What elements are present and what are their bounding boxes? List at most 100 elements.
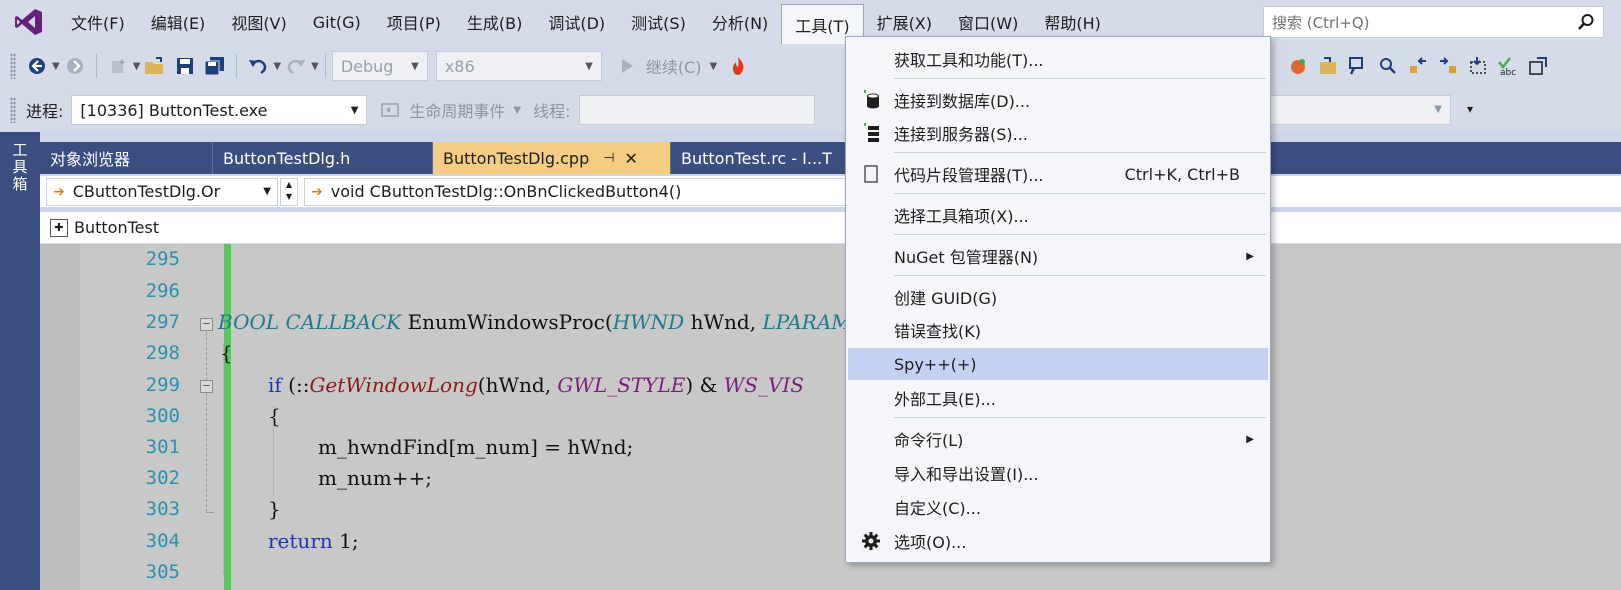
tab-label: ButtonTestDlg.h — [223, 148, 351, 168]
search-input[interactable]: 搜索 (Ctrl+Q) — [1263, 6, 1604, 38]
code-line-297: BOOL CALLBACK EnumWindowsProc(HWND hWnd,… — [218, 310, 878, 334]
class-dropdown[interactable]: ➔ CButtonTestDlg.Or ▼ — [46, 177, 278, 206]
toolbar-overflow-icon[interactable]: ▾ — [1467, 102, 1473, 116]
menu-debug[interactable]: 调试(D) — [535, 4, 618, 40]
process-value: [10336] ButtonTest.exe — [80, 100, 268, 120]
project-icon: ✚ — [50, 218, 68, 237]
menu-item-import-export-settings[interactable]: 导入和导出设置(I)... — [848, 457, 1268, 489]
chevron-down-icon[interactable]: ▼ — [513, 105, 521, 116]
menu-item-nuget-package-manager[interactable]: NuGet 包管理器(N) ▶ — [848, 240, 1268, 272]
find-icon[interactable] — [1345, 53, 1371, 79]
indent-right-icon[interactable] — [1435, 53, 1461, 79]
project-scope-bar: ✚ ButtonTest — [40, 212, 1621, 244]
toolbar-separator — [236, 54, 238, 78]
redo-icon[interactable] — [283, 53, 309, 79]
menu-build[interactable]: 生成(B) — [454, 4, 535, 40]
split-scroll-button[interactable]: ▲ ▼ — [280, 177, 298, 206]
chevron-down-icon[interactable]: ▼ — [273, 61, 281, 72]
fold-guide — [206, 332, 207, 512]
code-line-303: } — [268, 497, 281, 521]
lifecycle-events-icon[interactable] — [377, 97, 403, 123]
code-token: if — [268, 373, 282, 397]
external-window-icon[interactable] — [1525, 53, 1551, 79]
menu-item-choose-toolbox-items[interactable]: 选择工具箱项(X)... — [848, 199, 1268, 231]
collapse-icon[interactable]: − — [200, 318, 213, 331]
forward-icon[interactable] — [62, 53, 88, 79]
find-in-files-icon[interactable] — [1375, 53, 1401, 79]
visual-studio-logo-icon[interactable] — [0, 0, 58, 44]
chevron-down-icon[interactable]: ▼ — [709, 61, 717, 72]
menu-item-connect-database[interactable]: 连接到数据库(D)... — [848, 84, 1268, 116]
chevron-down-icon: ▼ — [1434, 104, 1442, 115]
menu-item-spy-plus-plus[interactable]: Spy++(+) — [848, 348, 1268, 380]
tab-buttontestdlg-cpp[interactable]: ButtonTestDlg.cpp ⊣ ✕ — [433, 142, 671, 174]
open-folder-icon[interactable] — [142, 53, 168, 79]
undo-icon[interactable] — [245, 53, 271, 79]
back-icon[interactable] — [24, 53, 50, 79]
toolbar-grip[interactable] — [10, 53, 16, 79]
stack-frame-dropdown[interactable]: ▼ — [1271, 95, 1451, 125]
menu-analyze[interactable]: 分析(N) — [699, 4, 781, 40]
lifecycle-events-label[interactable]: 生命周期事件 — [409, 98, 505, 122]
menu-separator — [894, 152, 1266, 153]
menu-window[interactable]: 窗口(W) — [945, 4, 1031, 40]
toolbox-tab[interactable]: 工具箱 — [10, 142, 30, 193]
menu-git[interactable]: Git(G) — [300, 4, 374, 40]
chevron-down-icon[interactable]: ▼ — [311, 61, 319, 72]
chevron-down-icon[interactable]: ▼ — [133, 61, 141, 72]
bookmark-icon[interactable] — [1465, 53, 1491, 79]
configuration-dropdown[interactable]: Debug ▼ — [331, 51, 428, 81]
new-project-icon[interactable] — [105, 53, 131, 79]
process-label: 进程: — [26, 102, 64, 121]
thread-dropdown[interactable] — [578, 95, 815, 125]
menu-item-external-tools[interactable]: 外部工具(E)... — [848, 382, 1268, 414]
tab-buttontest-rc[interactable]: ButtonTest.rc - I...T — [671, 142, 841, 174]
menu-extensions[interactable]: 扩展(X) — [864, 4, 945, 40]
menu-item-label: 获取工具和功能(T)... — [894, 51, 1044, 70]
indent-left-icon[interactable] — [1405, 53, 1431, 79]
search-icon[interactable] — [1569, 7, 1603, 37]
menu-file[interactable]: 文件(F) — [58, 4, 138, 40]
spell-check-icon[interactable]: abc — [1495, 53, 1521, 79]
hot-reload-icon[interactable] — [725, 53, 751, 79]
menu-item-code-snippets-manager[interactable]: 代码片段管理器(T)... Ctrl+K, Ctrl+B — [848, 158, 1268, 190]
method-dropdown[interactable]: ➔ void CButtonTestDlg::OnBnClickedButton… — [304, 177, 864, 206]
standard-toolbar: ▼ ▼ ▼ ▼ Debug ▼ x86 ▼ 继续(C) ▼ abc — [0, 44, 1621, 88]
menu-edit[interactable]: 编辑(E) — [138, 4, 219, 40]
gear-icon — [848, 531, 894, 551]
menu-item-options[interactable]: 选项(O)... — [848, 525, 1268, 557]
menu-item-customize[interactable]: 自定义(C)... — [848, 491, 1268, 523]
chevron-down-icon[interactable]: ▼ — [52, 61, 60, 72]
tab-object-browser[interactable]: 对象浏览器 — [40, 142, 213, 174]
play-icon[interactable] — [614, 53, 640, 79]
platform-dropdown[interactable]: x86 ▼ — [435, 51, 602, 81]
menu-item-error-lookup[interactable]: 错误查找(K) — [848, 314, 1268, 346]
continue-button[interactable]: 继续(C) — [646, 54, 702, 78]
project-name[interactable]: ButtonTest — [74, 218, 159, 237]
save-all-icon[interactable] — [202, 53, 228, 79]
save-icon[interactable] — [172, 53, 198, 79]
tab-buttontestdlg-h[interactable]: ButtonTestDlg.h — [213, 142, 433, 174]
menu-item-command-line[interactable]: 命令行(L) ▶ — [848, 423, 1268, 455]
open-file-icon[interactable] — [1315, 53, 1341, 79]
process-dropdown[interactable]: [10336] ButtonTest.exe ▼ — [71, 95, 368, 125]
indicator-margin[interactable] — [40, 244, 80, 590]
menu-project[interactable]: 项目(P) — [374, 4, 454, 40]
chevron-down-icon: ▼ — [350, 104, 359, 116]
close-icon[interactable]: ✕ — [625, 149, 638, 168]
menu-item-create-guid[interactable]: 创建 GUID(G) — [848, 281, 1268, 313]
toolbar-grip[interactable] — [10, 97, 16, 123]
line-numbers: 295 296 297 298 299 300 301 302 303 304 … — [80, 244, 190, 590]
navigation-bar: ➔ CButtonTestDlg.Or ▼ ▲ ▼ ➔ void CButtonT… — [40, 176, 1621, 208]
menu-test[interactable]: 测试(S) — [618, 4, 699, 40]
code-editor[interactable]: 295 296 297 298 299 300 301 302 303 304 … — [40, 244, 1621, 590]
menu-item-connect-server[interactable]: 连接到服务器(S)... — [848, 117, 1268, 149]
pin-icon[interactable]: ⊣ — [603, 151, 614, 166]
component-icon[interactable] — [1285, 53, 1311, 79]
toolbar-separator — [324, 54, 326, 78]
menu-help[interactable]: 帮助(H) — [1031, 4, 1114, 40]
menu-view[interactable]: 视图(V) — [218, 4, 299, 40]
configuration-value: Debug — [340, 56, 394, 76]
menu-item-get-tools[interactable]: 获取工具和功能(T)... — [848, 43, 1268, 75]
collapse-icon[interactable]: − — [200, 380, 213, 393]
